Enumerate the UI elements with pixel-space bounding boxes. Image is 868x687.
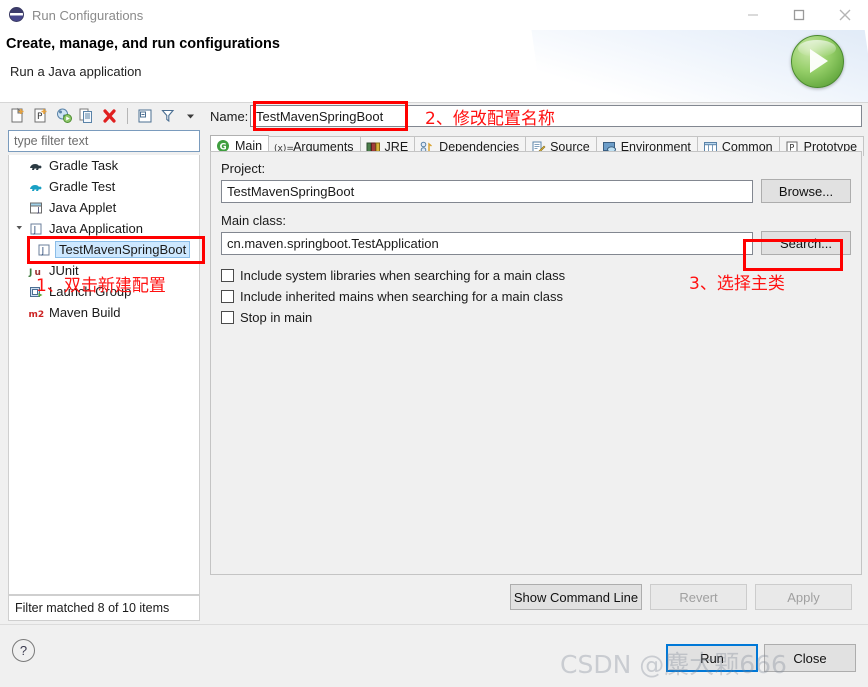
project-input[interactable]: TestMavenSpringBoot [221,179,753,203]
dialog-body: P type filter text Gradle Task Gradle Te… [0,103,868,623]
main-tab-page: Project: TestMavenSpringBoot Browse... M… [210,151,862,575]
configurations-toolbar: P [5,103,203,128]
include-system-libraries-label: Include system libraries when searching … [240,268,566,283]
apply-button: Apply [755,584,852,610]
toolbar-separator [127,107,128,124]
editor-action-buttons: Show Command Line Revert Apply [510,584,852,610]
tree-item-testmavenspringboot[interactable]: J TestMavenSpringBoot [9,239,199,260]
filter-status-text: Filter matched 8 of 10 items [15,601,170,615]
project-group-label: Project: [221,161,266,176]
filter-icon[interactable] [158,106,178,126]
svg-text:J: J [28,268,32,278]
tree-item-label: Java Applet [49,200,117,215]
delete-configuration-icon[interactable] [100,106,120,126]
filter-input[interactable]: type filter text [8,130,200,152]
tree-item-label: Java Application [49,221,143,236]
main-class-input[interactable]: cn.maven.springboot.TestApplication [221,231,753,255]
tree-item-gradle-test[interactable]: Gradle Test [9,176,199,197]
annotation-step-3: 3、选择主类 [689,274,785,294]
project-row: TestMavenSpringBoot Browse... [221,179,851,203]
chevron-down-icon[interactable] [15,223,28,235]
java-applet-icon: J [28,200,44,216]
export-configuration-icon[interactable] [54,106,74,126]
show-command-line-button[interactable]: Show Command Line [510,584,642,610]
window-title-bar: Run Configurations [0,0,868,30]
main-class-group-label: Main class: [221,213,287,228]
maven-icon: m2 [28,305,45,321]
minimize-icon[interactable] [730,0,776,30]
window-controls [730,0,868,30]
svg-text:J: J [37,206,40,214]
include-inherited-mains-label: Include inherited mains when searching f… [240,289,564,304]
stop-in-main-checkbox-row[interactable]: Stop in main [221,307,851,328]
duplicate-configuration-icon[interactable] [77,106,97,126]
svg-text:J: J [33,225,37,235]
tree-item-label: TestMavenSpringBoot [55,241,191,258]
close-icon[interactable] [822,0,868,30]
configurations-tree[interactable]: Gradle Task Gradle Test J Java Applet J … [8,155,200,595]
main-class-input-value: cn.maven.springboot.TestApplication [227,235,439,251]
tree-item-label: Maven Build [49,305,121,320]
search-button[interactable]: Search... [761,231,851,255]
page-title: Create, manage, and run configurations [6,36,280,52]
name-input-value: TestMavenSpringBoot [256,108,384,124]
svg-text:m2: m2 [29,310,45,320]
include-system-libraries-checkbox[interactable] [221,269,234,282]
main-class-row: cn.maven.springboot.TestApplication Sear… [221,231,851,255]
configurations-panel: P type filter text Gradle Task Gradle Te… [5,103,203,624]
name-label: Name: [210,108,249,124]
dialog-banner: Create, manage, and run configurations R… [0,30,868,103]
include-inherited-mains-checkbox[interactable] [221,290,234,303]
run-play-icon [791,35,844,88]
tree-item-maven-build[interactable]: m2 Maven Build [9,302,199,323]
page-subtitle: Run a Java application [10,64,142,79]
svg-text:J: J [41,246,45,256]
project-input-value: TestMavenSpringBoot [227,183,355,199]
maximize-icon[interactable] [776,0,822,30]
window-title: Run Configurations [32,7,144,23]
help-icon[interactable]: ? [12,639,35,662]
stop-in-main-checkbox[interactable] [221,311,234,324]
java-application-icon: J [36,242,52,258]
eclipse-icon [9,7,25,23]
filter-status: Filter matched 8 of 10 items [8,595,200,621]
gradle-icon [28,158,44,174]
stop-in-main-label: Stop in main [240,310,313,325]
svg-text:P: P [37,112,43,122]
new-prototype-icon[interactable]: P [31,106,51,126]
tree-item-java-application[interactable]: J Java Application [9,218,199,239]
tree-item-label: Gradle Test [49,179,116,194]
configuration-editor: Name: TestMavenSpringBoot G Main (x)= Ar… [210,103,865,624]
name-input[interactable]: TestMavenSpringBoot [250,105,862,127]
annotation-step-2: 2、修改配置名称 [425,109,555,129]
java-application-icon: J [28,221,44,237]
browse-button[interactable]: Browse... [761,179,851,203]
tree-item-gradle-task[interactable]: Gradle Task [9,155,199,176]
annotation-step-1: 1、双击新建配置 [36,276,166,296]
gradle-icon [28,179,44,195]
collapse-all-icon[interactable] [135,106,155,126]
filter-placeholder: type filter text [14,134,89,148]
view-menu-icon[interactable] [181,106,201,126]
tree-item-java-applet[interactable]: J Java Applet [9,197,199,218]
watermark: CSDN @麋大颗666 [560,650,787,679]
revert-button: Revert [650,584,747,610]
tree-item-label: Gradle Task [49,158,119,173]
new-configuration-icon[interactable] [8,106,28,126]
